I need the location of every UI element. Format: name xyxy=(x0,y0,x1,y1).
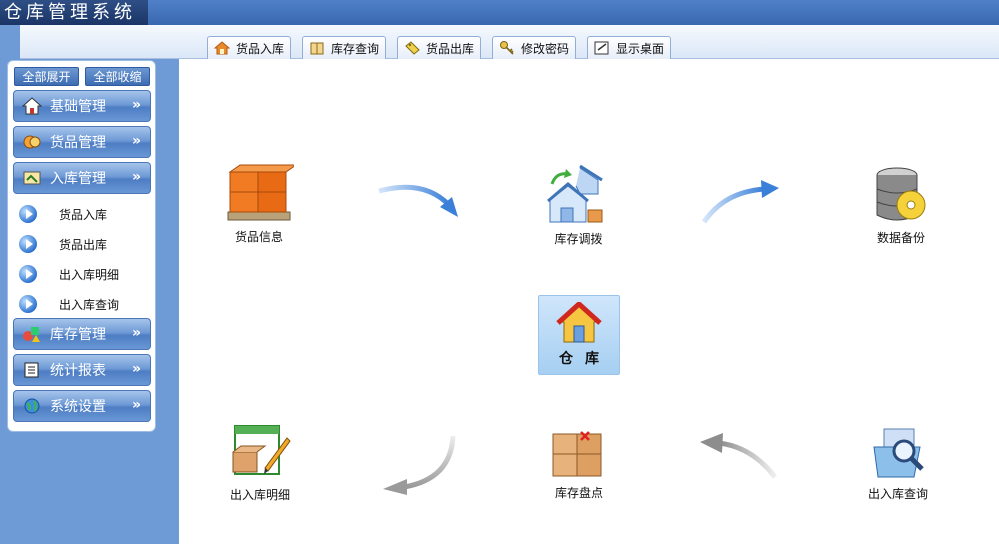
sidebar-group-reports[interactable]: 统计报表 » xyxy=(13,354,151,386)
house-icon xyxy=(22,97,42,115)
desktop-center-label: 仓库 xyxy=(559,351,611,367)
desktop-node-stock-check[interactable]: 库存盘点 xyxy=(551,428,607,501)
tab-label: 货品出库 xyxy=(426,41,475,56)
database-backup-icon xyxy=(876,167,926,221)
tab-change-password[interactable]: 修改密码 xyxy=(492,36,577,59)
tab-label: 修改密码 xyxy=(521,41,570,56)
inbox-icon xyxy=(23,171,41,185)
app-title: 仓库管理系统 xyxy=(0,0,148,25)
tab-label: 显示桌面 xyxy=(616,41,665,56)
globe-icon xyxy=(24,398,40,414)
chevron-right-icon: » xyxy=(131,361,141,377)
desktop-node-io-query[interactable]: 出入库查询 xyxy=(868,425,928,502)
chevron-right-icon: » xyxy=(131,97,141,113)
tag-icon xyxy=(405,41,420,55)
warehouse-home-icon xyxy=(556,302,602,343)
collapse-all-button[interactable]: 全部收缩 xyxy=(85,67,150,86)
search-folder-icon xyxy=(873,428,924,478)
chevron-right-icon: » xyxy=(131,397,141,413)
desktop-node-data-backup[interactable]: 数据备份 xyxy=(873,167,929,246)
detail-list-icon xyxy=(232,425,291,475)
tab-strip-left-edge xyxy=(0,25,20,59)
sidebar: 全部展开 全部收缩 基础管理 » 货品管理 » 入库管理 » 货品入库 货品出库… xyxy=(7,60,156,432)
play-icon xyxy=(19,205,37,223)
sidebar-group-label: 入库管理 xyxy=(50,171,106,187)
sidebar-item-goods-out[interactable]: 货品出库 xyxy=(19,232,107,256)
sidebar-item-label: 货品入库 xyxy=(59,207,108,222)
desktop-node-io-detail[interactable]: 出入库明细 xyxy=(229,424,291,503)
desktop-node-warehouse[interactable]: 仓库 xyxy=(538,295,620,375)
sidebar-item-label: 出入库明细 xyxy=(59,267,120,282)
title-bar: 仓库管理系统 xyxy=(0,0,999,25)
home-icon xyxy=(214,41,230,55)
desktop-node-goods-info[interactable]: 货品信息 xyxy=(224,162,294,245)
tab-goods-out[interactable]: 货品出库 xyxy=(397,36,482,59)
tab-goods-in[interactable]: 货品入库 xyxy=(207,36,292,59)
arrow-left-up-icon xyxy=(700,433,777,479)
arrow-right-down-icon xyxy=(378,184,458,217)
sidebar-item-label: 货品出库 xyxy=(59,237,108,252)
stock-check-icon xyxy=(552,431,602,477)
desktop-node-label: 货品信息 xyxy=(234,230,283,244)
tab-show-desktop[interactable]: 显示桌面 xyxy=(587,36,672,59)
sidebar-group-label: 库存管理 xyxy=(50,327,106,343)
report-icon xyxy=(24,362,39,378)
sidebar-group-inbound[interactable]: 入库管理 » xyxy=(13,162,151,194)
play-icon xyxy=(19,295,37,313)
boxes-pallet-icon xyxy=(227,164,294,221)
desktop-node-label: 数据备份 xyxy=(876,231,925,245)
sidebar-item-io-detail[interactable]: 出入库明细 xyxy=(19,262,119,286)
key-icon xyxy=(500,41,514,55)
tab-stock-query[interactable]: 库存查询 xyxy=(302,36,387,59)
sidebar-group-goods[interactable]: 货品管理 » xyxy=(13,126,151,158)
tab-label: 库存查询 xyxy=(331,41,380,56)
sidebar-group-settings[interactable]: 系统设置 » xyxy=(13,390,151,422)
sidebar-item-goods-in[interactable]: 货品入库 xyxy=(19,202,107,226)
tab-label: 货品入库 xyxy=(236,41,285,56)
sidebar-item-label: 出入库查询 xyxy=(59,297,120,312)
chevron-right-icon: » xyxy=(131,325,141,341)
warehouse-transfer-icon xyxy=(547,164,603,223)
shapes-icon xyxy=(23,327,40,342)
desktop-node-label: 出入库明细 xyxy=(229,488,290,502)
sidebar-group-label: 统计报表 xyxy=(50,363,106,379)
play-icon xyxy=(19,265,37,283)
coins-icon xyxy=(23,135,41,149)
play-icon xyxy=(19,235,37,253)
desktop-node-label: 库存盘点 xyxy=(554,486,603,500)
chevron-right-icon: » xyxy=(131,133,141,149)
sidebar-item-io-query[interactable]: 出入库查询 xyxy=(19,292,119,316)
book-icon xyxy=(310,42,324,55)
sidebar-group-label: 货品管理 xyxy=(50,135,106,151)
desktop-node-label: 库存调拨 xyxy=(554,232,603,246)
sidebar-group-basic[interactable]: 基础管理 » xyxy=(13,90,151,122)
arrow-left-down-icon xyxy=(383,435,456,495)
chevron-right-icon: » xyxy=(131,169,141,185)
desktop-icon xyxy=(594,41,609,55)
sidebar-group-label: 基础管理 xyxy=(50,99,106,115)
expand-all-button[interactable]: 全部展开 xyxy=(14,67,79,86)
desktop-node-stock-transfer[interactable]: 库存调拨 xyxy=(546,164,611,247)
sidebar-group-label: 系统设置 xyxy=(50,399,106,415)
desktop-node-label: 出入库查询 xyxy=(868,487,929,501)
desktop-canvas: 货品信息 库存调拨 数据备份 仓库 出入库明细 库存盘点 出入库查询 xyxy=(179,59,999,544)
arrow-right-up-icon xyxy=(701,180,779,224)
sidebar-group-stock[interactable]: 库存管理 » xyxy=(13,318,151,350)
